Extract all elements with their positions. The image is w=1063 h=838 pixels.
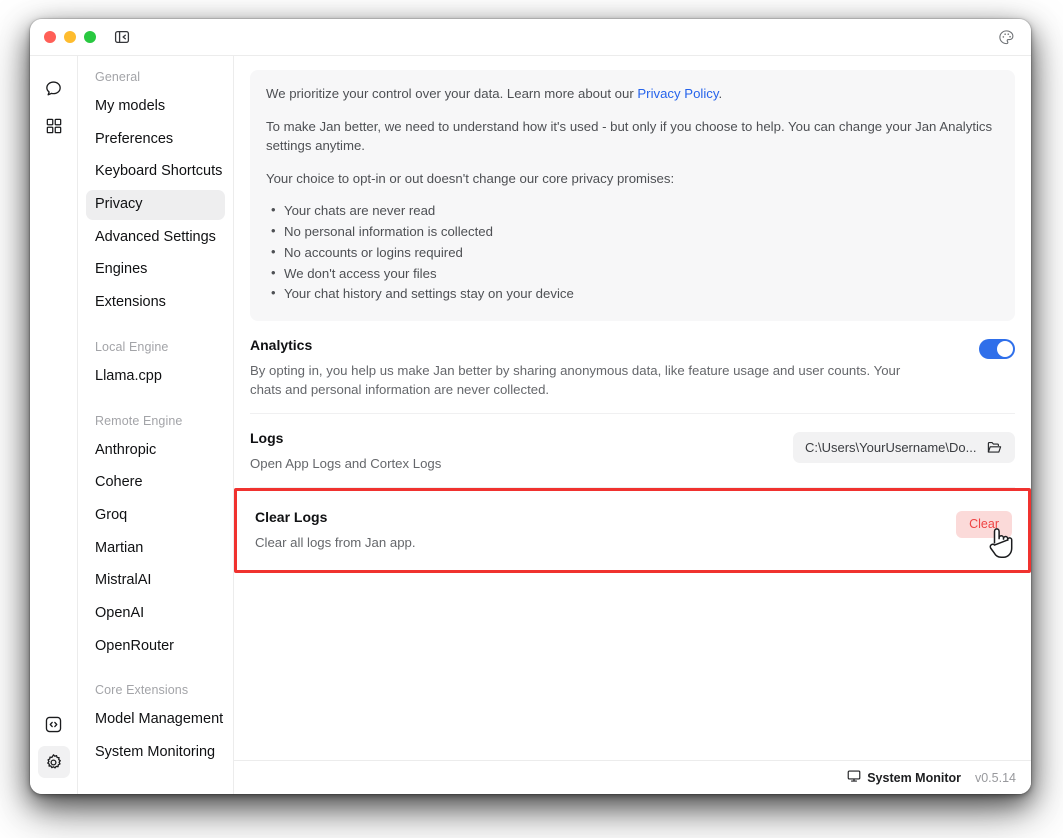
analytics-control: [979, 337, 1015, 360]
sidebar-item-system-monitoring[interactable]: System Monitoring: [86, 738, 225, 768]
system-monitor-label: System Monitor: [867, 770, 961, 785]
status-bar: System Monitor v0.5.14: [234, 760, 1031, 794]
privacy-promise-list: Your chats are never read No personal in…: [266, 200, 999, 304]
window-controls: [44, 31, 96, 43]
privacy-paragraph-1: We prioritize your control over your dat…: [266, 84, 999, 104]
nav-group-title: Remote Engine: [95, 413, 183, 428]
close-button[interactable]: [44, 31, 56, 43]
sidebar-item-keyboard-shortcuts[interactable]: Keyboard Shortcuts: [86, 157, 225, 187]
logs-title: Logs: [250, 430, 284, 447]
nav-group-remote-engine: Remote Engine Anthropic Cohere Groq Mart…: [86, 414, 225, 662]
nav-group-title: General: [95, 70, 141, 84]
privacy-paragraph-2: To make Jan better, we need to understan…: [266, 118, 993, 154]
code-icon[interactable]: [38, 708, 70, 740]
logs-control: C:\Users\YourUsername\Do...: [793, 430, 1015, 464]
clear-logs-title: Clear Logs: [255, 509, 328, 526]
analytics-description: By opting in, you help us make Jan bette…: [250, 362, 901, 398]
sidebar-item-groq[interactable]: Groq: [86, 501, 225, 531]
title-bar: [30, 19, 1031, 55]
icon-rail: [30, 56, 78, 794]
settings-content: We prioritize your control over your dat…: [234, 56, 1031, 760]
sidebar-item-mistralai[interactable]: MistralAI: [86, 566, 225, 596]
logs-path-value: C:\Users\YourUsername\Do...: [805, 440, 977, 456]
analytics-toggle[interactable]: [979, 339, 1015, 360]
app-version: v0.5.14: [974, 770, 1016, 785]
sidebar-item-engines[interactable]: Engines: [86, 255, 225, 285]
panel-collapse-icon[interactable]: [113, 28, 131, 46]
nav-group-title: Core Extensions: [95, 683, 189, 698]
sidebar-item-preferences[interactable]: Preferences: [86, 125, 225, 155]
list-item: Your chats are never read: [271, 200, 999, 221]
clear-logs-description: Clear all logs from Jan app.: [255, 534, 416, 550]
sidebar-item-anthropic[interactable]: Anthropic: [86, 436, 225, 466]
system-monitor-button[interactable]: System Monitor: [847, 769, 961, 786]
hub-grid-icon[interactable]: [38, 110, 70, 142]
gear-icon[interactable]: [37, 746, 70, 778]
logs-path-field[interactable]: C:\Users\YourUsername\Do...: [793, 432, 1015, 464]
privacy-settings-panel: We prioritize your control over your dat…: [234, 56, 1031, 794]
sidebar-item-advanced-settings[interactable]: Advanced Settings: [86, 223, 225, 253]
analytics-section: Analytics By opting in, you help us make…: [250, 321, 1015, 415]
chat-icon[interactable]: [38, 72, 70, 104]
app-window: General My models Preferences Keyboard S…: [30, 19, 1031, 794]
minimize-button[interactable]: [64, 31, 76, 43]
analytics-text: Analytics By opting in, you help us make…: [250, 337, 963, 399]
clear-logs-button[interactable]: Clear: [956, 511, 1012, 538]
maximize-button[interactable]: [84, 31, 96, 43]
sidebar-item-cohere[interactable]: Cohere: [86, 468, 225, 498]
settings-sidebar: General My models Preferences Keyboard S…: [78, 56, 234, 794]
title-bar-actions: [995, 26, 1017, 48]
sidebar-item-martian[interactable]: Martian: [86, 534, 225, 564]
analytics-title: Analytics: [250, 337, 313, 354]
open-folder-icon[interactable]: [986, 439, 1003, 456]
sidebar-item-model-management[interactable]: Model Management: [86, 705, 225, 735]
privacy-paragraph-1-period: .: [718, 86, 723, 101]
toggle-knob: [997, 341, 1013, 358]
logs-text: Logs Open App Logs and Cortex Logs: [250, 430, 777, 473]
nav-group-title: Local Engine: [95, 339, 169, 354]
rail-bottom-group: [37, 708, 70, 794]
nav-group-local-engine: Local Engine Llama.cpp: [86, 340, 225, 392]
list-item: We don't access your files: [271, 263, 999, 284]
logs-section: Logs Open App Logs and Cortex Logs C:\Us…: [250, 414, 1015, 489]
privacy-policy-link[interactable]: Privacy Policy: [637, 86, 718, 101]
palette-icon[interactable]: [995, 26, 1017, 48]
sidebar-item-extensions[interactable]: Extensions: [86, 288, 225, 318]
privacy-paragraph-1-text: We prioritize your control over your dat…: [266, 86, 638, 101]
list-item: Your chat history and settings stay on y…: [271, 283, 999, 304]
clear-logs-control: Clear: [956, 509, 1013, 559]
privacy-paragraph-3: Your choice to opt-in or out doesn't cha…: [266, 170, 675, 186]
logs-description: Open App Logs and Cortex Logs: [250, 455, 442, 471]
clear-logs-text: Clear Logs Clear all logs from Jan app.: [255, 509, 940, 552]
sidebar-item-my-models[interactable]: My models: [86, 92, 225, 122]
clear-logs-section: Clear Logs Clear all logs from Jan app. …: [234, 488, 1031, 574]
window-body: General My models Preferences Keyboard S…: [30, 55, 1031, 794]
sidebar-item-openrouter[interactable]: OpenRouter: [86, 632, 225, 662]
monitor-icon: [847, 769, 861, 786]
nav-group-core-extensions: Core Extensions Model Management System …: [86, 683, 225, 767]
sidebar-item-privacy[interactable]: Privacy: [86, 190, 225, 220]
list-item: No personal information is collected: [271, 221, 999, 242]
privacy-info-card: We prioritize your control over your dat…: [250, 70, 1015, 322]
sidebar-item-openai[interactable]: OpenAI: [86, 599, 225, 629]
sidebar-item-llama-cpp[interactable]: Llama.cpp: [86, 362, 225, 392]
nav-group-general: General My models Preferences Keyboard S…: [86, 70, 225, 318]
list-item: No accounts or logins required: [271, 242, 999, 263]
